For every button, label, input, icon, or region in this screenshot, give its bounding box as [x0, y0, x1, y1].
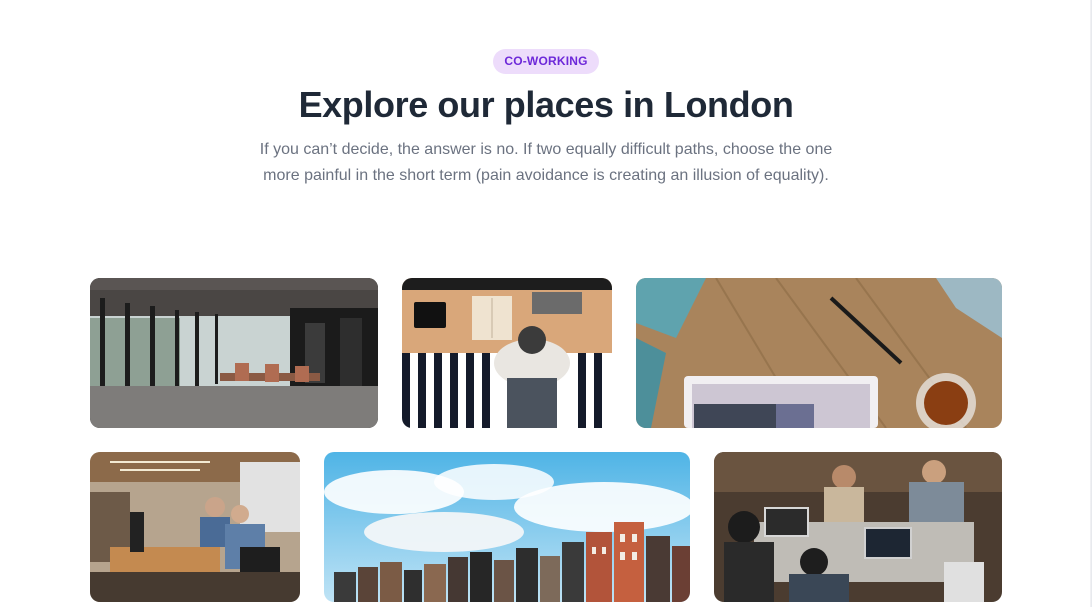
people-working-laptops-photo[interactable] — [714, 452, 1002, 602]
section-description: If you can’t decide, the answer is no. I… — [259, 141, 833, 184]
coworking-section: CO-WORKING Explore our places in London … — [0, 0, 1092, 607]
section-header: CO-WORKING Explore our places in London … — [0, 49, 1092, 189]
category-badge: CO-WORKING — [493, 49, 599, 74]
wooden-desk-laptop-tea-photo[interactable] — [636, 278, 1002, 428]
amsterdam-houses-sky-photo[interactable] — [324, 452, 690, 602]
laptop-desk-topdown-photo[interactable] — [402, 278, 612, 428]
office-interior-photo[interactable] — [90, 278, 378, 428]
coworking-team-photo[interactable] — [90, 452, 300, 602]
section-title: Explore our places in London — [298, 84, 794, 125]
